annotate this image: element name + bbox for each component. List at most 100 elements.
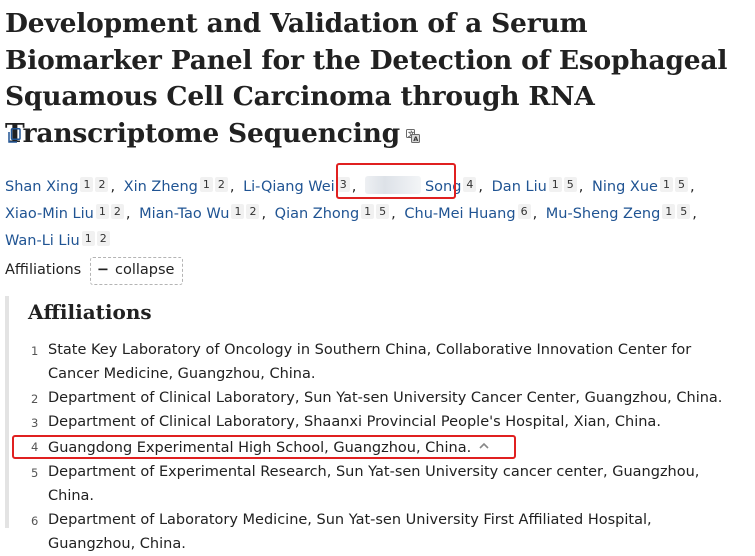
affiliation-ref-badge[interactable]: 5 — [376, 204, 390, 219]
author-name-link[interactable]: Li-Qiang Wei — [243, 179, 335, 195]
affiliation-refs: 15 — [361, 199, 391, 223]
author-item: Song 4, — [364, 176, 487, 195]
article-page: Development and Validation of a Serum Bi… — [0, 0, 755, 552]
affiliation-ref-badge[interactable]: 2 — [110, 204, 124, 219]
affiliation-ref-badge[interactable]: 5 — [674, 177, 688, 192]
affiliation-ref-badge[interactable]: 1 — [662, 204, 676, 219]
affiliation-ref-badge[interactable]: 1 — [199, 177, 213, 192]
affiliation-refs: 6 — [517, 199, 533, 223]
affiliation-ref-badge[interactable]: 1 — [361, 204, 375, 219]
author-item: Mu-Sheng Zeng 1 5, — [546, 204, 701, 222]
redacted-name-blur — [364, 176, 421, 194]
affiliation-ref-badge[interactable]: 3 — [336, 177, 350, 192]
affiliation-number: 2 — [31, 392, 39, 406]
translate-icon[interactable]: 文A — [405, 117, 420, 143]
affiliation-refs: 12 — [95, 199, 126, 223]
affiliation-ref-badge[interactable]: 5 — [677, 204, 691, 219]
author-name-link[interactable]: Mu-Sheng Zeng — [546, 206, 661, 222]
affiliations-panel: Affiliations 1 State Key Laboratory of On… — [5, 296, 749, 552]
affiliation-ref-badge[interactable]: 5 — [563, 177, 577, 192]
affiliation-item: 2 Department of Clinical Laboratory, Sun … — [9, 386, 739, 410]
affiliation-item: 6 Department of Laboratory Medicine, Sun … — [9, 508, 739, 556]
affiliation-refs: 15 — [662, 199, 692, 223]
affiliation-number: 3 — [31, 416, 39, 430]
affiliation-number: 6 — [31, 514, 39, 528]
affiliation-item: 1 State Key Laboratory of Oncology in Sou… — [9, 338, 739, 386]
affiliations-heading: Affiliations — [28, 300, 152, 324]
affiliation-ref-badge[interactable]: 6 — [517, 204, 531, 219]
author-item: Mian-Tao Wu 1 2, — [139, 204, 270, 222]
author-separator: , — [578, 179, 584, 195]
collapse-button-label: collapse — [114, 262, 175, 278]
affiliations-toggle-row: Affiliations − collapse — [5, 256, 184, 285]
collapse-button[interactable]: − collapse — [89, 257, 184, 285]
author-separator: , — [391, 206, 396, 222]
affiliation-number: 5 — [31, 466, 39, 480]
affiliation-text: Guangdong Experimental High School, Guan… — [48, 440, 472, 456]
author-name-link[interactable]: Chu-Mei Huang — [404, 206, 515, 222]
author-separator: , — [125, 206, 131, 222]
author-item: Shan Xing 1 2, — [5, 177, 119, 195]
author-separator: , — [689, 179, 695, 195]
affiliation-ref-badge[interactable]: 2 — [95, 177, 109, 192]
affiliation-ref-badge[interactable]: 1 — [548, 177, 562, 192]
author-item: Dan Liu 1 5, — [492, 177, 588, 195]
author-name-link[interactable]: Dan Liu — [492, 179, 547, 195]
affiliations-toggle-label: Affiliations — [5, 262, 82, 278]
author-name-link[interactable]: Xiao-Min Liu — [5, 206, 94, 222]
author-item: Ning Xue 1 5, — [592, 177, 699, 195]
article-title: Development and Validation of a Serum Bi… — [5, 6, 750, 152]
svg-text:A: A — [413, 135, 418, 143]
author-item: Xin Zheng 1 2, — [124, 177, 239, 195]
affiliations-list: 1 State Key Laboratory of Oncology in Sou… — [9, 338, 739, 556]
affiliation-ref-badge[interactable]: 1 — [231, 204, 245, 219]
affiliation-refs: 4 — [463, 172, 478, 196]
article-title-text: Development and Validation of a Serum Bi… — [5, 8, 728, 149]
affiliation-refs: 12 — [199, 172, 230, 196]
minus-icon: − — [96, 262, 109, 278]
affiliation-refs: 12 — [80, 172, 110, 196]
author-separator: , — [692, 206, 697, 222]
affiliation-ref-badge[interactable]: 1 — [659, 177, 673, 192]
affiliation-refs: 12 — [231, 199, 261, 223]
affiliation-ref-badge[interactable]: 1 — [81, 231, 95, 246]
author-name-link[interactable]: Shan Xing — [5, 179, 78, 195]
affiliation-ref-badge[interactable]: 2 — [246, 204, 260, 219]
copy-icon[interactable] — [8, 128, 21, 143]
author-separator: , — [261, 206, 267, 222]
author-item: Chu-Mei Huang 6, — [404, 204, 541, 222]
author-separator: , — [478, 179, 484, 195]
affiliation-text: Department of Clinical Laboratory, Sun Y… — [48, 390, 723, 406]
author-separator: , — [351, 179, 357, 195]
affiliation-ref-badge[interactable]: 4 — [463, 177, 477, 192]
affiliation-number: 4 — [31, 440, 39, 454]
affiliation-refs: 15 — [548, 172, 579, 196]
affiliation-refs: 3 — [336, 172, 352, 196]
author-item: Wan-Li Liu 1 2 — [5, 231, 112, 249]
author-item: Li-Qiang Wei 3, — [243, 177, 360, 195]
affiliation-text: State Key Laboratory of Oncology in Sout… — [48, 342, 692, 382]
author-separator: , — [229, 179, 235, 195]
author-name-link[interactable]: Mian-Tao Wu — [139, 206, 229, 222]
affiliation-refs: 15 — [659, 172, 690, 196]
author-name-link[interactable]: Xin Zheng — [124, 179, 198, 195]
affiliation-ref-badge[interactable]: 2 — [96, 231, 110, 246]
author-list: Shan Xing 1 2, Xin Zheng 1 2, Li-Qiang Wei 3,… — [5, 172, 745, 253]
author-item: Qian Zhong 1 5, — [275, 204, 400, 222]
author-name-link[interactable]: Ning Xue — [592, 179, 658, 195]
affiliation-text: Department of Laboratory Medicine, Sun Y… — [48, 512, 652, 552]
affiliation-ref-badge[interactable]: 1 — [95, 204, 109, 219]
affiliation-item: 3 Department of Clinical Laboratory, Shaa… — [9, 410, 739, 434]
author-name-link[interactable]: Wan-Li Liu — [5, 233, 80, 249]
affiliation-ref-badge[interactable]: 1 — [80, 177, 94, 192]
affiliation-number: 1 — [31, 344, 39, 358]
affiliation-item: 4 Guangdong Experimental High School, Gua… — [9, 434, 739, 460]
affiliation-ref-badge[interactable]: 2 — [214, 177, 228, 192]
author-item: Xiao-Min Liu 1 2, — [5, 204, 134, 222]
author-name-link[interactable]: Song — [425, 179, 461, 195]
affiliation-text: Department of Clinical Laboratory, Shaan… — [48, 414, 661, 430]
chevron-up-icon[interactable] — [479, 434, 489, 449]
author-separator: , — [110, 179, 116, 195]
author-name-link[interactable]: Qian Zhong — [275, 206, 360, 222]
affiliation-text: Department of Experimental Research, Sun… — [48, 464, 700, 504]
